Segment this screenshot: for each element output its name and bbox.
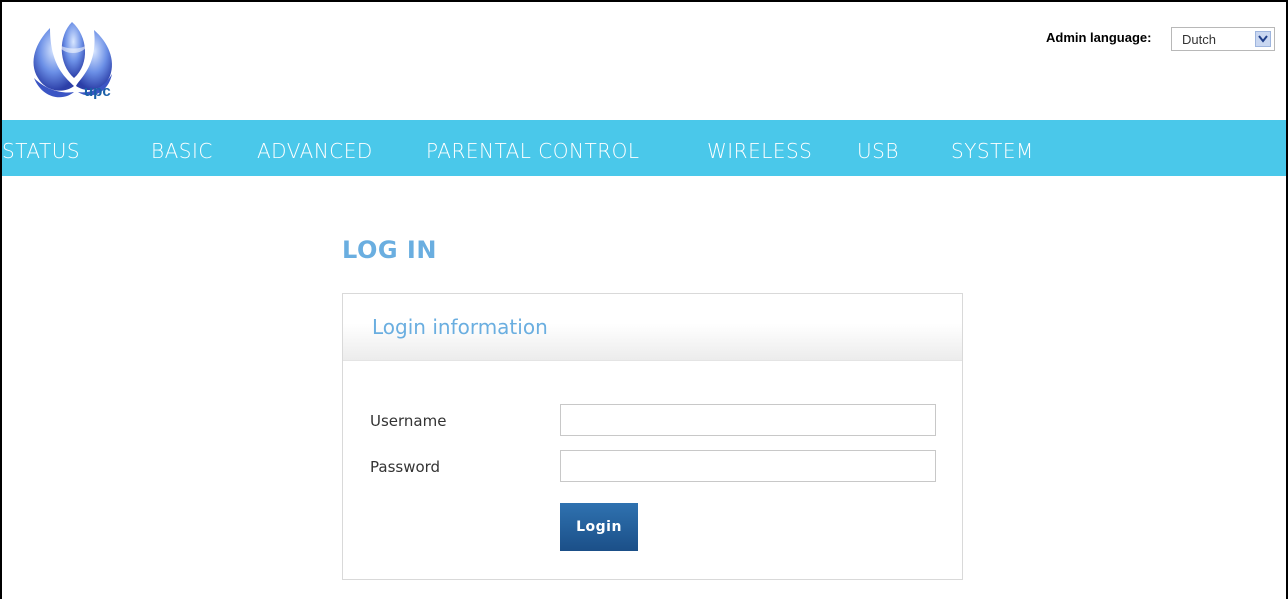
nav-item-usb[interactable]: USB xyxy=(857,120,899,176)
password-input[interactable] xyxy=(560,450,936,482)
nav-item-advanced[interactable]: ADVANCED xyxy=(257,120,373,176)
nav-item-system[interactable]: SYSTEM xyxy=(951,120,1034,176)
nav-item-parental-control[interactable]: PARENTAL CONTROL xyxy=(426,120,639,176)
nav-item-basic[interactable]: BASIC xyxy=(151,120,213,176)
admin-language-select[interactable]: Dutch xyxy=(1171,27,1275,51)
login-button[interactable]: Login xyxy=(560,503,638,551)
main-navigation: STATUS BASIC ADVANCED PARENTAL CONTROL W… xyxy=(2,120,1286,176)
username-input[interactable] xyxy=(560,404,936,436)
admin-language-value: Dutch xyxy=(1182,32,1216,47)
password-label: Password xyxy=(370,458,441,476)
login-panel-header: Login information xyxy=(343,294,962,361)
nav-item-status[interactable]: STATUS xyxy=(2,120,80,176)
login-panel: Login information Username Password Logi… xyxy=(342,293,963,580)
admin-language-label: Admin language: xyxy=(1046,30,1152,45)
username-label: Username xyxy=(370,412,447,430)
login-panel-title: Login information xyxy=(372,315,548,339)
chevron-down-icon[interactable] xyxy=(1255,31,1271,47)
logo-text: upc xyxy=(84,83,111,100)
nav-item-wireless[interactable]: WIRELESS xyxy=(707,120,812,176)
page-title: LOG IN xyxy=(342,236,437,264)
